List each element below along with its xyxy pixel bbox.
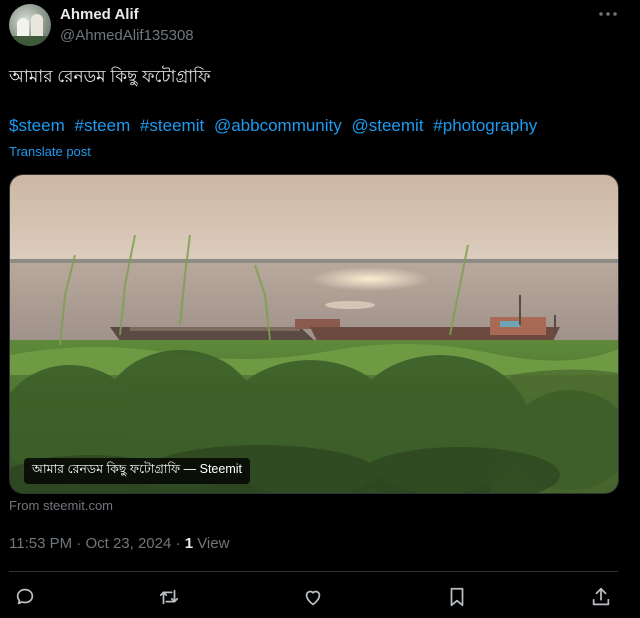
link-card[interactable]: আমার রেনডম কিছু ফটোগ্রাফি — Steemit bbox=[9, 174, 619, 494]
translate-post-link[interactable]: Translate post bbox=[9, 144, 91, 159]
hashtag-link[interactable]: $steem bbox=[9, 116, 65, 135]
more-options-icon[interactable] bbox=[597, 4, 619, 24]
views-count: 1 bbox=[184, 535, 194, 552]
share-icon bbox=[592, 587, 610, 606]
meta-separator: · bbox=[175, 535, 181, 552]
divider bbox=[9, 571, 618, 572]
bookmark-button[interactable] bbox=[444, 584, 470, 610]
hashtag-list: $steem #steem #steemit @abbcommunity @st… bbox=[9, 116, 542, 136]
post-date[interactable]: Oct 23, 2024 bbox=[85, 535, 171, 552]
card-caption: আমার রেনডম কিছু ফটোগ্রাফি — Steemit bbox=[24, 458, 251, 484]
like-button[interactable] bbox=[300, 584, 326, 610]
repost-button[interactable] bbox=[156, 584, 182, 610]
author-handle[interactable]: @AhmedAlif135308 bbox=[60, 27, 194, 44]
hashtag-link[interactable]: #steem bbox=[74, 116, 130, 135]
author-name[interactable]: Ahmed Alif bbox=[60, 6, 139, 23]
post-text: আমার রেনডম কিছু ফটোগ্রাফি bbox=[9, 67, 211, 86]
hashtag-link[interactable]: #photography bbox=[433, 116, 537, 135]
reply-button[interactable] bbox=[12, 584, 38, 610]
meta-separator: · bbox=[76, 535, 82, 552]
bookmark-icon bbox=[450, 587, 464, 607]
views-label: View bbox=[197, 535, 230, 552]
repost-icon bbox=[159, 589, 179, 605]
mention-link[interactable]: @abbcommunity bbox=[214, 116, 342, 135]
hashtag-link[interactable]: #steemit bbox=[140, 116, 204, 135]
avatar[interactable] bbox=[9, 4, 51, 46]
like-icon bbox=[305, 590, 321, 606]
post-metadata: 11:53 PM · Oct 23, 2024 · 1 View bbox=[9, 535, 229, 552]
share-button[interactable] bbox=[588, 584, 614, 610]
card-source[interactable]: From steemit.com bbox=[9, 498, 113, 513]
mention-link[interactable]: @steemit bbox=[352, 116, 424, 135]
post-time[interactable]: 11:53 PM bbox=[9, 535, 72, 552]
reply-icon bbox=[16, 588, 34, 605]
card-photo bbox=[10, 175, 618, 493]
